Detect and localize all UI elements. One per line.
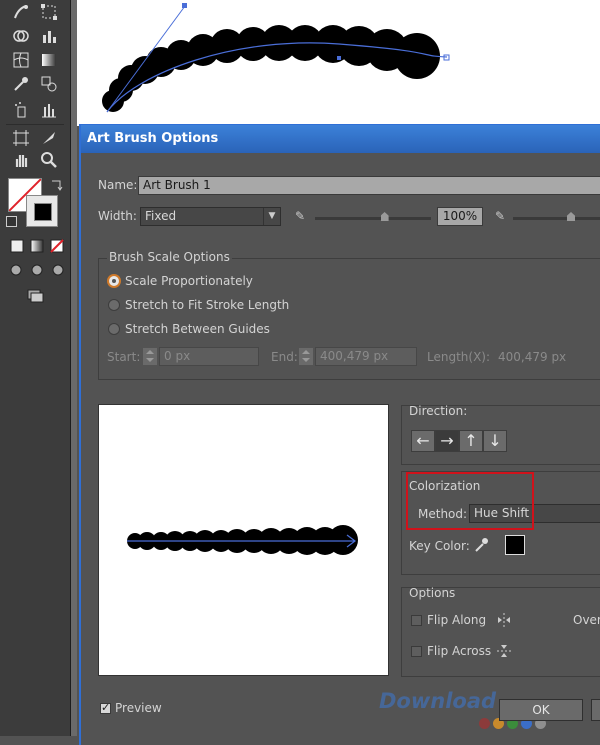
width-slider-thumb[interactable] bbox=[380, 212, 389, 221]
draw-behind-icon[interactable] bbox=[26, 260, 48, 280]
column-graph-icon[interactable] bbox=[38, 100, 60, 120]
width-dropdown-value: Fixed bbox=[145, 209, 177, 223]
artboard-icon[interactable] bbox=[10, 128, 32, 148]
preview-label[interactable]: Preview bbox=[115, 701, 162, 715]
variation-icon: ✎ bbox=[495, 209, 506, 223]
direction-buttons: ← → ↑ ↓ bbox=[411, 430, 507, 452]
direction-up-button[interactable]: ↑ bbox=[459, 430, 483, 452]
start-field[interactable]: 0 px bbox=[159, 347, 259, 366]
pressure-icon: ✎ bbox=[295, 209, 306, 223]
free-transform-icon[interactable] bbox=[38, 2, 60, 22]
shape-builder-icon[interactable] bbox=[10, 26, 32, 46]
chevron-down-icon: ▼ bbox=[263, 208, 280, 225]
color-mode-icon[interactable] bbox=[6, 236, 28, 256]
variation-slider[interactable] bbox=[513, 212, 600, 221]
flip-along-icon bbox=[495, 611, 513, 629]
name-label: Name: bbox=[98, 178, 138, 192]
slice-icon[interactable] bbox=[38, 128, 60, 148]
toolbar-divider bbox=[6, 124, 64, 125]
overlap-label: Overl bbox=[573, 613, 600, 627]
direction-left-button[interactable]: ← bbox=[411, 430, 435, 452]
zoom-icon[interactable] bbox=[38, 150, 60, 170]
dialog-title[interactable]: Art Brush Options bbox=[81, 125, 600, 153]
end-label: End: bbox=[271, 350, 298, 364]
length-value: 400,479 px bbox=[498, 350, 567, 364]
blend-icon[interactable] bbox=[38, 74, 60, 94]
stroke-swatch[interactable] bbox=[26, 195, 58, 227]
key-color-label: Key Color: bbox=[409, 539, 470, 553]
length-label: Length(X): bbox=[427, 350, 491, 364]
eyedropper-icon[interactable] bbox=[473, 537, 489, 553]
eyedropper-icon[interactable] bbox=[10, 74, 32, 94]
artboard bbox=[77, 0, 600, 126]
flip-along-checkbox[interactable] bbox=[411, 615, 422, 626]
name-field[interactable]: Art Brush 1 bbox=[138, 176, 600, 195]
direction-right-button[interactable]: → bbox=[435, 430, 459, 452]
end-stepper[interactable] bbox=[299, 348, 313, 365]
brush-scale-title: Brush Scale Options bbox=[107, 250, 232, 264]
brush-preview bbox=[98, 404, 389, 676]
cancel-button-edge[interactable] bbox=[591, 699, 600, 721]
direction-title: Direction: bbox=[409, 404, 468, 418]
variation-slider-thumb[interactable] bbox=[567, 212, 575, 221]
colorization-highlight-box bbox=[406, 472, 534, 530]
scale-proportionately-radio[interactable] bbox=[108, 275, 120, 287]
stretch-between-guides-label[interactable]: Stretch Between Guides bbox=[125, 322, 270, 336]
ok-button[interactable]: OK bbox=[499, 699, 583, 721]
default-colors-icon[interactable] bbox=[6, 216, 17, 227]
stretch-to-fit-label[interactable]: Stretch to Fit Stroke Length bbox=[125, 298, 289, 312]
art-brush-options-dialog: Art Brush Options Name: Art Brush 1 Widt… bbox=[79, 124, 600, 745]
none-mode-icon[interactable] bbox=[46, 236, 68, 256]
swap-colors-icon[interactable] bbox=[46, 174, 68, 194]
flip-across-checkbox[interactable] bbox=[411, 646, 422, 657]
mesh-icon[interactable] bbox=[10, 50, 32, 70]
end-field[interactable]: 400,479 px bbox=[315, 347, 417, 366]
draw-inside-icon[interactable] bbox=[46, 260, 68, 280]
watermark-logo: Download bbox=[379, 689, 497, 713]
flip-across-icon bbox=[495, 642, 513, 660]
width-percent-field[interactable]: 100% bbox=[437, 207, 483, 226]
screen-mode-icon[interactable] bbox=[24, 286, 46, 306]
width-dropdown[interactable]: Fixed ▼ bbox=[140, 207, 281, 226]
blob-brush-icon[interactable] bbox=[10, 2, 32, 22]
gradient-icon[interactable] bbox=[38, 50, 60, 70]
hand-icon[interactable] bbox=[10, 150, 32, 170]
gradient-mode-icon[interactable] bbox=[26, 236, 48, 256]
options-panel bbox=[401, 587, 600, 677]
flip-across-label[interactable]: Flip Across bbox=[427, 644, 491, 658]
width-slider[interactable] bbox=[315, 212, 431, 221]
draw-normal-icon[interactable] bbox=[6, 260, 28, 280]
key-color-swatch[interactable] bbox=[505, 535, 525, 555]
options-title: Options bbox=[409, 586, 456, 600]
stretch-to-fit-radio[interactable] bbox=[108, 299, 120, 311]
graph-icon[interactable] bbox=[38, 26, 60, 46]
width-label: Width: bbox=[98, 209, 137, 223]
flip-along-label[interactable]: Flip Along bbox=[427, 613, 486, 627]
tools-panel bbox=[0, 0, 71, 736]
direction-down-button[interactable]: ↓ bbox=[483, 430, 507, 452]
start-label: Start: bbox=[107, 350, 141, 364]
brush-stroke-artwork[interactable] bbox=[77, 0, 600, 126]
symbol-sprayer-icon[interactable] bbox=[10, 100, 32, 120]
stretch-between-guides-radio[interactable] bbox=[108, 323, 120, 335]
preview-checkbox[interactable] bbox=[100, 701, 111, 714]
scale-proportionately-label[interactable]: Scale Proportionately bbox=[125, 274, 253, 288]
start-stepper[interactable] bbox=[143, 348, 157, 365]
preview-stroke bbox=[127, 525, 358, 555]
